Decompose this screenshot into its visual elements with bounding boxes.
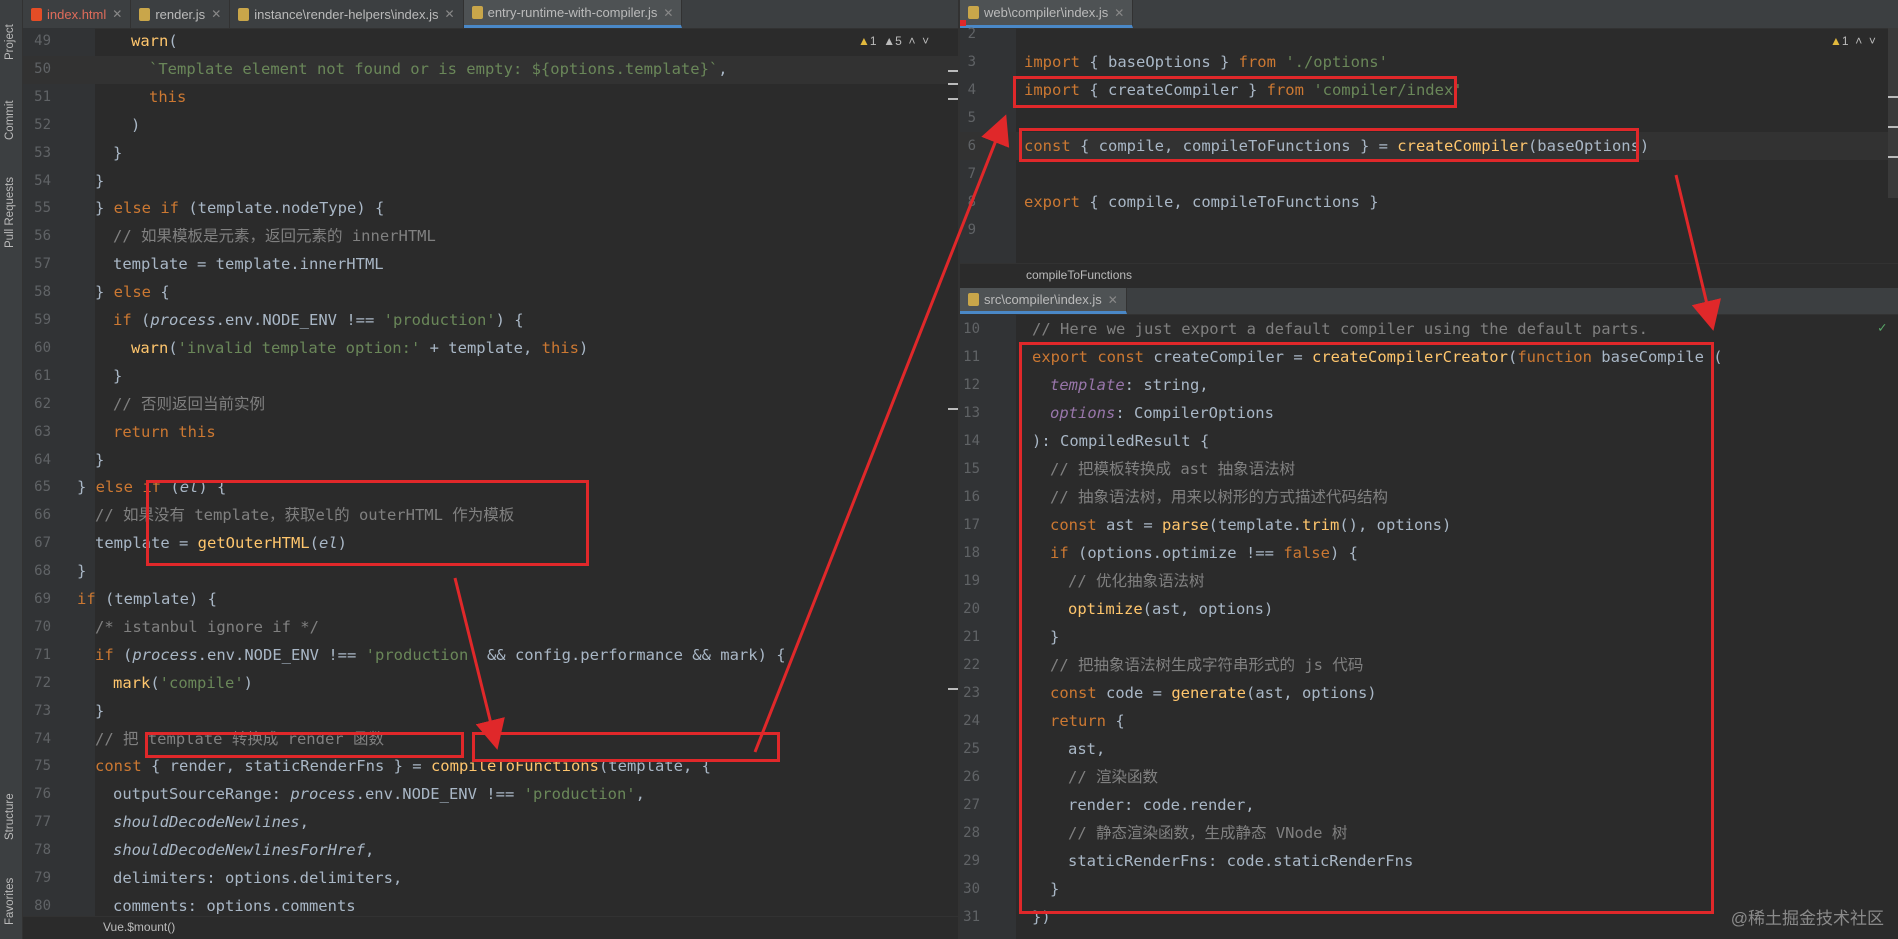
arrow-getouterhtml-to-compile xyxy=(453,577,505,750)
annotation-overlay xyxy=(453,114,1721,753)
arrow-createcompiler-to-definition xyxy=(1674,174,1721,331)
arrow-compile-to-import xyxy=(753,114,1010,753)
